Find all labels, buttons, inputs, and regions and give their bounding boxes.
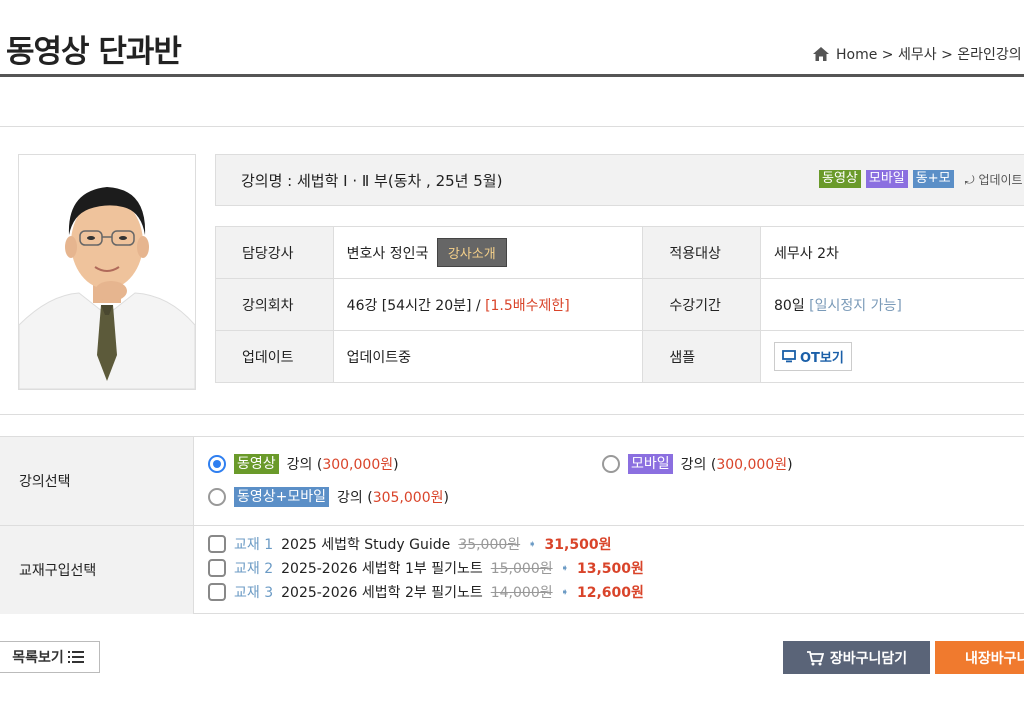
option-price: 300,000원 <box>322 457 394 473</box>
book-original-price: 35,000원 <box>458 537 521 553</box>
book-select-row: 교재구입선택 교재 1 2025 세법학 Study Guide 35,000원… <box>0 526 1024 614</box>
book-checkbox-3[interactable] <box>208 583 226 601</box>
arrow-right-icon: ➧ <box>528 538 537 550</box>
home-icon[interactable] <box>812 46 830 62</box>
arrow-right-icon: ➧ <box>560 562 569 574</box>
monitor-icon <box>782 350 796 363</box>
update-value: 업데이트중 <box>332 330 644 383</box>
header-divider <box>0 74 1024 77</box>
option-price: 305,000원 <box>372 490 444 506</box>
section-divider <box>0 414 1024 415</box>
period-label: 수강기간 <box>642 278 761 331</box>
radio-video[interactable] <box>208 455 226 473</box>
sessions-cell: 46강 [54시간 20분] / [1.5배수제한] <box>332 278 644 331</box>
my-cart-button[interactable]: 내장바구니 <box>935 641 1024 674</box>
sample-cell: OT보기 <box>760 330 1024 383</box>
book-title: 2025-2026 세법학 1부 필기노트 <box>281 561 483 577</box>
sessions-value: 46강 [54시간 20분] / <box>346 297 486 314</box>
badge-video-mobile: 동+모 <box>912 170 954 188</box>
cart-icon <box>806 650 824 665</box>
purchase-options: 강의선택 동영상 강의 (300,000원) 모바일 강의 (300,000원)… <box>0 436 1024 614</box>
badge-video: 동영상 <box>819 170 861 188</box>
ot-view-button[interactable]: OT보기 <box>774 342 852 371</box>
option-mobile[interactable]: 모바일 강의 (300,000원) <box>602 454 793 474</box>
option-video[interactable]: 동영상 강의 (300,000원) <box>208 454 399 474</box>
option-text: 강의 ( <box>337 490 373 506</box>
book-checkbox-2[interactable] <box>208 559 226 577</box>
list-view-button[interactable]: 목록보기 <box>0 641 100 673</box>
course-title-bar: 강의명 : 세법학 Ⅰ · Ⅱ 부(동차 , 25년 5월) 동영상 모바일 동… <box>215 154 1024 206</box>
book-number: 교재 1 <box>234 537 274 553</box>
table-row: 담당강사 변호사 정인국 강사소개 적용대상 세무사 2차 <box>215 226 1024 279</box>
book-original-price: 15,000원 <box>490 561 553 577</box>
book-select-label-cell: 교재구입선택 <box>0 526 194 614</box>
book-original-price: 14,000원 <box>490 585 553 601</box>
book-number: 교재 3 <box>234 585 274 601</box>
update-link-label: 업데이트 <box>978 172 1023 187</box>
period-cell: 80일 [일시정지 가능] <box>760 278 1024 331</box>
instructor-label: 담당강사 <box>215 226 334 279</box>
tag-video: 동영상 <box>234 454 279 474</box>
course-name: 강의명 : 세법학 Ⅰ · Ⅱ 부(동차 , 25년 5월) <box>241 172 503 190</box>
sample-label: 샘플 <box>642 330 761 383</box>
list-icon <box>67 651 84 663</box>
table-row: 강의회차 46강 [54시간 20분] / [1.5배수제한] 수강기간 80일… <box>215 278 1024 331</box>
page-title: 동영상 단과반 <box>6 34 182 70</box>
book-number: 교재 2 <box>234 561 274 577</box>
update-link[interactable]: ⤾ 업데이트 <box>965 171 1023 188</box>
course-info-table: 담당강사 변호사 정인국 강사소개 적용대상 세무사 2차 강의회차 46강 [… <box>215 226 1024 383</box>
instructor-intro-button[interactable]: 강사소개 <box>436 238 507 267</box>
option-text: 강의 ( <box>680 457 717 473</box>
breadcrumb-text: Home > 세무사 > 온라인강의 <box>836 47 1022 63</box>
add-to-cart-label: 장바구니담기 <box>829 650 908 667</box>
option-close: ) <box>787 457 793 473</box>
radio-video-mobile[interactable] <box>208 488 226 506</box>
instructor-value: 변호사 정인국 <box>346 246 429 262</box>
option-price: 300,000원 <box>716 457 788 473</box>
lecture-select-label-cell: 강의선택 <box>0 437 194 525</box>
book-title: 2025 세법학 Study Guide <box>281 537 451 553</box>
book-sale-price: 12,600원 <box>577 585 644 601</box>
arrow-right-icon: ➧ <box>560 586 569 598</box>
instructor-photo <box>18 154 196 390</box>
period-note: [일시정지 가능] <box>809 297 902 314</box>
table-row: 업데이트 업데이트중 샘플 OT보기 <box>215 330 1024 383</box>
badge-mobile: 모바일 <box>865 170 908 188</box>
section-divider <box>0 126 1024 127</box>
lecture-select-row: 강의선택 동영상 강의 (300,000원) 모바일 강의 (300,000원)… <box>0 437 1024 526</box>
update-label: 업데이트 <box>215 330 334 383</box>
book-item-1[interactable]: 교재 1 2025 세법학 Study Guide 35,000원 ➧ 31,5… <box>208 534 611 554</box>
sessions-limit: [1.5배수제한] <box>485 297 570 314</box>
option-close: ) <box>393 457 399 473</box>
book-checkbox-1[interactable] <box>208 535 226 553</box>
lecture-select-label: 강의선택 <box>19 474 71 490</box>
option-video-mobile[interactable]: 동영상+모바일 강의 (305,000원) <box>208 487 449 507</box>
tag-video-mobile: 동영상+모바일 <box>234 487 330 507</box>
course-badges: 동영상 모바일 동+모 ⤾ 업데이트 <box>819 170 1023 188</box>
book-item-2[interactable]: 교재 2 2025-2026 세법학 1부 필기노트 15,000원 ➧ 13,… <box>208 558 644 578</box>
tag-mobile: 모바일 <box>628 454 673 474</box>
book-sale-price: 31,500원 <box>544 537 612 553</box>
my-cart-label: 내장바구니 <box>965 650 1024 667</box>
breadcrumb: Home > 세무사 > 온라인강의 <box>812 44 1022 64</box>
sessions-label: 강의회차 <box>215 278 334 331</box>
ot-view-label: OT보기 <box>800 351 844 366</box>
book-sale-price: 13,500원 <box>577 561 644 577</box>
period-value: 80일 <box>774 297 810 314</box>
list-view-label: 목록보기 <box>12 650 64 666</box>
book-select-label: 교재구입선택 <box>19 563 97 579</box>
book-item-3[interactable]: 교재 3 2025-2026 세법학 2부 필기노트 14,000원 ➧ 12,… <box>208 582 644 602</box>
refresh-icon: ⤾ <box>964 172 975 187</box>
option-close: ) <box>443 490 449 506</box>
option-text: 강의 ( <box>286 457 323 473</box>
target-value: 세무사 2차 <box>760 226 1024 279</box>
add-to-cart-button[interactable]: 장바구니담기 <box>783 641 930 674</box>
instructor-cell: 변호사 정인국 강사소개 <box>332 226 644 279</box>
book-title: 2025-2026 세법학 2부 필기노트 <box>281 585 483 601</box>
target-label: 적용대상 <box>642 226 761 279</box>
radio-mobile[interactable] <box>602 455 620 473</box>
